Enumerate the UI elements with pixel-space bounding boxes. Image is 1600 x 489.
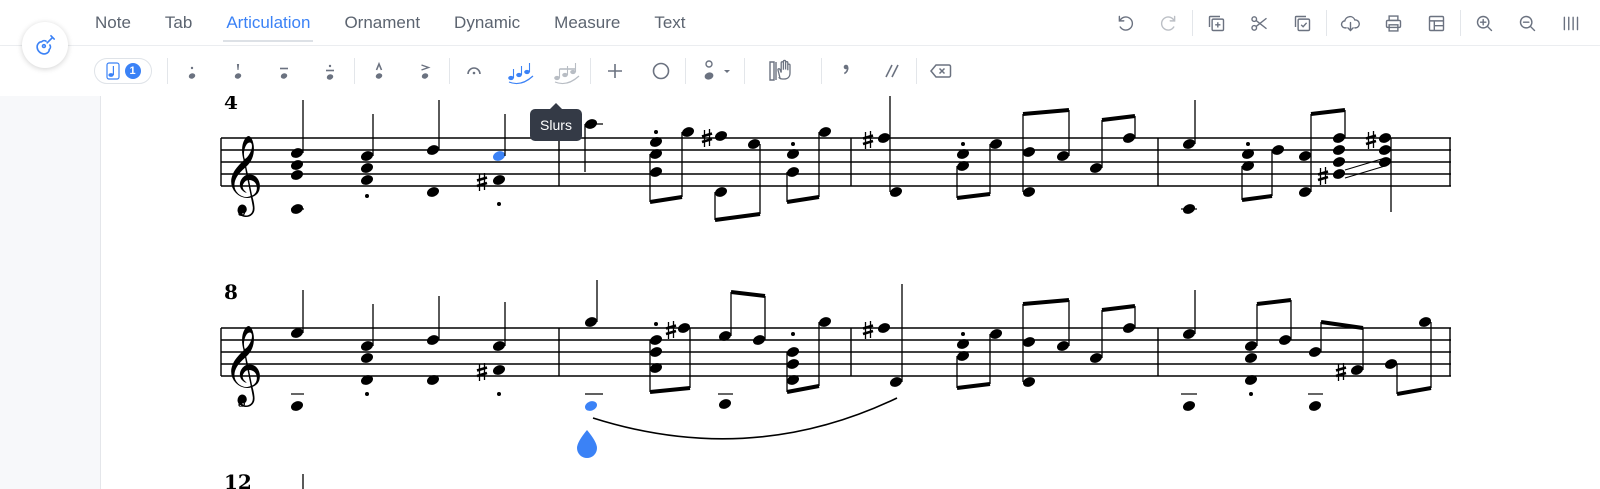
download-button[interactable] (1329, 0, 1372, 46)
slur-button[interactable] (497, 46, 543, 96)
breath-mark-icon (843, 64, 849, 75)
articulation-toolbar: 1 (0, 46, 1600, 96)
undo-button[interactable] (1104, 0, 1147, 46)
staccatissimo-icon (234, 64, 242, 79)
grace-notes-icon (554, 63, 580, 85)
tenuto-button[interactable] (261, 46, 307, 96)
divider (685, 58, 686, 84)
tab-text[interactable]: Text (637, 0, 702, 46)
staccato-icon (188, 66, 196, 79)
voice-selector[interactable]: 1 (94, 58, 152, 84)
octave-mark: 8 (238, 205, 246, 220)
slurs-tooltip: Slurs (530, 103, 582, 141)
score-svg: 4 𝄞 8 8 𝄞 8 12 (220, 96, 1451, 489)
slur-icon (508, 63, 534, 85)
staff (220, 327, 1451, 377)
left-hand-pizz-button[interactable] (592, 46, 638, 96)
tab-measure[interactable]: Measure (537, 0, 637, 46)
divider (1192, 10, 1193, 36)
breath-mark-button[interactable] (823, 46, 869, 96)
printer-icon (1385, 14, 1402, 32)
tab-dynamic[interactable]: Dynamic (437, 0, 537, 46)
copy-button[interactable] (1195, 0, 1238, 46)
tenuto-staccato-icon (326, 64, 334, 80)
divider (1460, 10, 1461, 36)
caesura-button[interactable] (869, 46, 915, 96)
fermata-button[interactable] (451, 46, 497, 96)
scissors-icon (1251, 15, 1267, 31)
tenuto-icon (280, 67, 288, 79)
instrument-button[interactable] (22, 22, 68, 68)
tab-articulation[interactable]: Articulation (209, 0, 327, 46)
redo-icon (1160, 15, 1176, 31)
measure-number: 8 (224, 280, 238, 304)
staccato-button[interactable] (169, 46, 215, 96)
score-page: 4 𝄞 8 8 𝄞 8 12 (100, 96, 1600, 489)
marcato-button[interactable] (356, 46, 402, 96)
divider (590, 58, 591, 84)
undo-icon (1118, 15, 1134, 31)
redo-button[interactable] (1147, 0, 1190, 46)
cut-button[interactable] (1238, 0, 1281, 46)
tab-tab[interactable]: Tab (148, 0, 209, 46)
fermata-icon (467, 67, 481, 75)
caesura-icon (885, 64, 899, 78)
delete-button[interactable] (918, 46, 964, 96)
open-note-icon (704, 60, 730, 80)
tab-note[interactable]: Note (78, 0, 148, 46)
hand-technique-button[interactable] (746, 46, 820, 96)
staccatissimo-button[interactable] (215, 46, 261, 96)
zoom-out-button[interactable] (1506, 0, 1549, 46)
score-canvas: 4 𝄞 8 8 𝄞 8 12 (0, 96, 1600, 489)
voice-badge: 1 (124, 63, 141, 79)
notes-system-1 (289, 96, 1393, 222)
view-columns-button[interactable] (1549, 0, 1592, 46)
tenuto-staccato-button[interactable] (307, 46, 353, 96)
divider (354, 58, 355, 84)
selection-handle[interactable] (577, 430, 597, 458)
divider (916, 58, 917, 84)
harmonic-button[interactable] (638, 46, 684, 96)
zoom-out-icon (1519, 15, 1536, 31)
copy-plus-icon (1208, 15, 1225, 31)
columns-icon (1563, 16, 1579, 30)
marcato-icon (375, 61, 383, 79)
backspace-icon (930, 64, 952, 78)
staff (220, 137, 1451, 187)
divider (1326, 10, 1327, 36)
top-bar: Note Tab Articulation Ornament Dynamic M… (0, 0, 1600, 46)
print-button[interactable] (1372, 0, 1415, 46)
slur[interactable] (592, 397, 898, 440)
open-string-dropdown[interactable] (687, 46, 743, 96)
octave-mark: 8 (238, 396, 246, 411)
divider (167, 58, 168, 84)
note-voice-icon (105, 62, 120, 80)
guitar-icon (36, 34, 56, 55)
accent-icon (421, 64, 431, 79)
accent-button[interactable] (402, 46, 448, 96)
paste-check-icon (1294, 15, 1311, 31)
svg-text:𝄞: 𝄞 (223, 325, 263, 407)
measure-number: 12 (224, 470, 252, 489)
paste-button[interactable] (1281, 0, 1324, 46)
measure-number: 4 (224, 96, 238, 114)
circle-icon (652, 62, 670, 80)
top-actions (1104, 0, 1592, 46)
cloud-download-icon (1340, 15, 1360, 31)
layout-button[interactable] (1415, 0, 1458, 46)
grace-slur-button[interactable] (543, 46, 589, 96)
notes-system-2 (289, 280, 1433, 413)
zoom-in-button[interactable] (1463, 0, 1506, 46)
divider (449, 58, 450, 84)
tab-ornament[interactable]: Ornament (327, 0, 437, 46)
hand-tap-icon (769, 59, 791, 81)
zoom-in-icon (1476, 15, 1493, 31)
plus-icon (608, 64, 622, 78)
divider (744, 58, 745, 84)
tab-bar: Note Tab Articulation Ornament Dynamic M… (78, 0, 703, 46)
divider (821, 58, 822, 84)
treble-clef: 𝄞 (223, 325, 263, 407)
layout-icon (1428, 15, 1445, 31)
